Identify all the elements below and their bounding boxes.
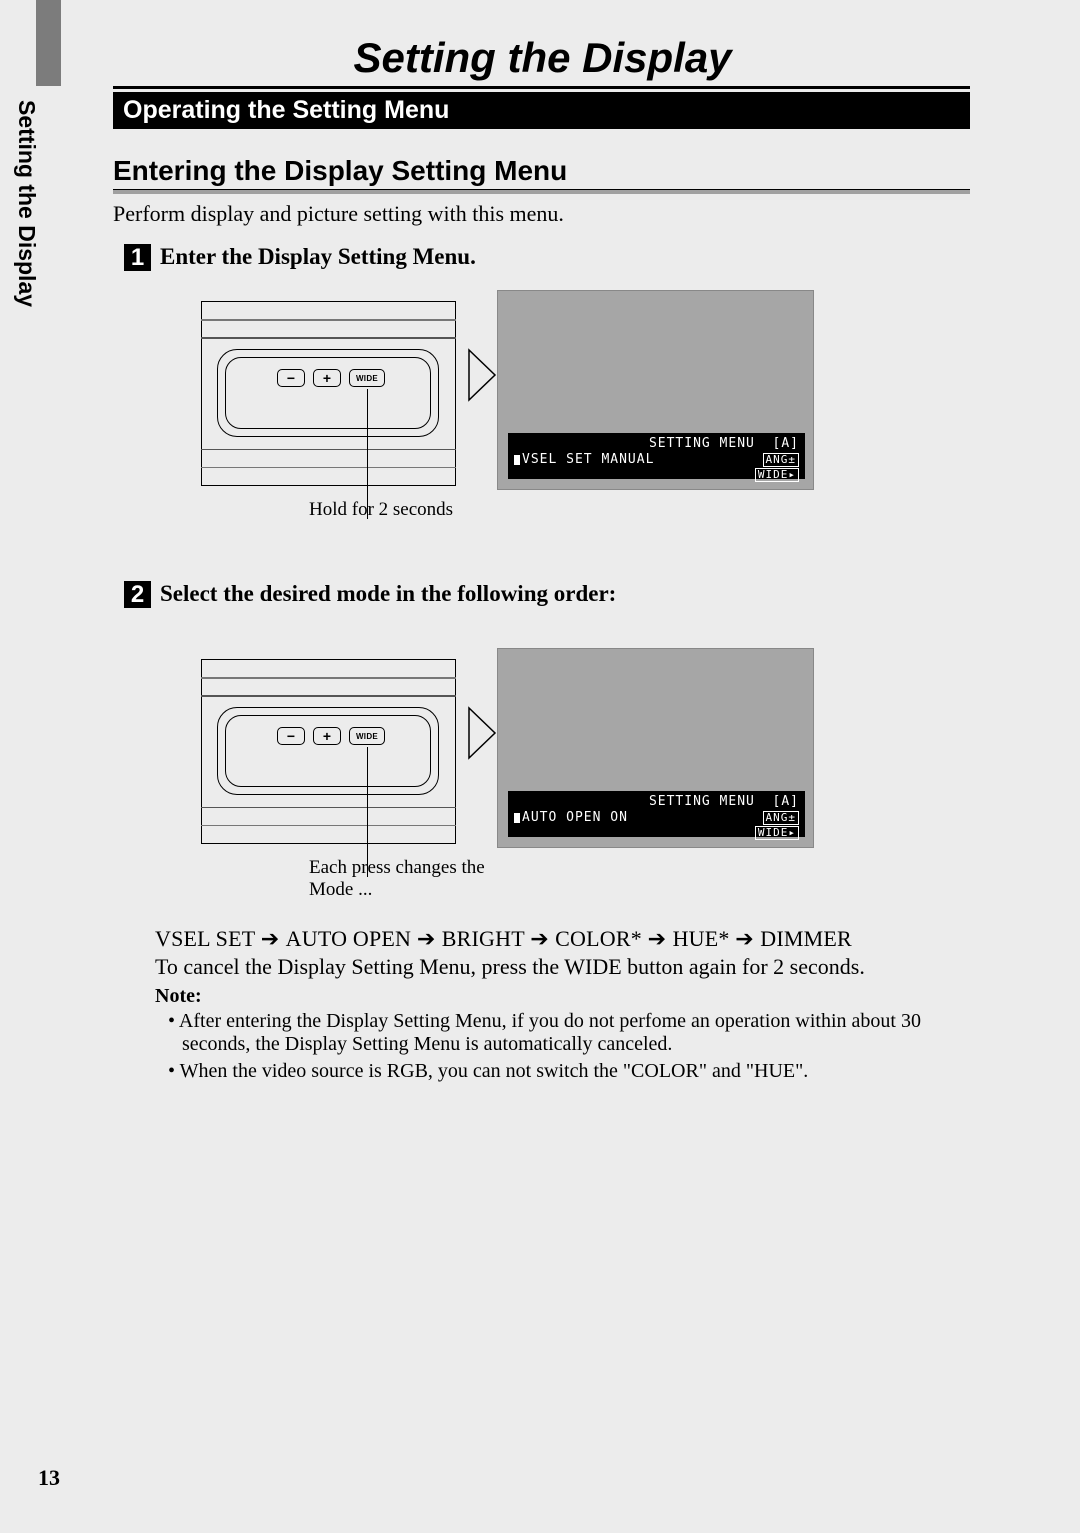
side-title-text: Setting the Display bbox=[13, 100, 40, 307]
device-line bbox=[201, 467, 456, 469]
note-heading: Note: bbox=[155, 985, 202, 1008]
seq-item: BRIGHT bbox=[442, 926, 525, 951]
arrow-icon: ➔ bbox=[417, 926, 442, 951]
sub-heading-underline bbox=[113, 189, 970, 194]
cursor-icon bbox=[514, 455, 520, 465]
lcd-2: SETTING MENU [A] AUTO OPEN ON ANG± WIDE▸ bbox=[508, 791, 805, 837]
note-item: After entering the Display Setting Menu,… bbox=[168, 1010, 968, 1056]
wide-button: WIDE bbox=[349, 727, 385, 745]
seq-item: AUTO OPEN bbox=[286, 926, 411, 951]
arrow-icon bbox=[467, 706, 497, 760]
lcd-ang: ANG± bbox=[763, 453, 800, 467]
arrow-icon: ➔ bbox=[735, 926, 760, 951]
lcd-1: SETTING MENU [A] VSEL SET MANUAL ANG± WI… bbox=[508, 433, 805, 479]
section-bar-text: Operating the Setting Menu bbox=[123, 96, 449, 125]
step1-title: Enter the Display Setting Menu. bbox=[160, 244, 476, 270]
cancel-text: To cancel the Display Setting Menu, pres… bbox=[155, 954, 970, 980]
lcd-line2: VSEL SET MANUAL bbox=[522, 452, 654, 467]
device-panel-inner bbox=[225, 715, 431, 787]
arrow-icon: ➔ bbox=[530, 926, 555, 951]
step2-caption: Each press changes the Mode ... bbox=[309, 857, 499, 901]
device-panel-inner bbox=[225, 357, 431, 429]
arrow-icon bbox=[467, 348, 497, 402]
margin-tab bbox=[36, 0, 61, 86]
device-line bbox=[201, 825, 456, 827]
step2-title: Select the desired mode in the following… bbox=[160, 581, 616, 607]
mode-sequence: VSEL SET ➔ AUTO OPEN ➔ BRIGHT ➔ COLOR* ➔… bbox=[155, 926, 852, 952]
seq-item: HUE* bbox=[673, 926, 730, 951]
page: Setting the Display Setting the Display … bbox=[0, 0, 1080, 1533]
device-diagram-2: − + WIDE bbox=[201, 659, 456, 844]
lcd-wide: WIDE▸ bbox=[755, 826, 799, 840]
lcd-row: WIDE▸ bbox=[514, 468, 799, 482]
screen-1: SETTING MENU [A] VSEL SET MANUAL ANG± WI… bbox=[497, 290, 814, 490]
side-title: Setting the Display bbox=[40, 100, 70, 360]
seq-item: VSEL SET bbox=[155, 926, 255, 951]
lcd-row: WIDE▸ bbox=[514, 826, 799, 840]
lcd-row: VSEL SET MANUAL ANG± bbox=[514, 453, 799, 467]
lcd-row: SETTING MENU [A] bbox=[514, 437, 799, 450]
sub-heading: Entering the Display Setting Menu bbox=[113, 155, 970, 189]
lcd-row: AUTO OPEN ON ANG± bbox=[514, 811, 799, 825]
lcd-row: SETTING MENU [A] bbox=[514, 795, 799, 808]
arrow-icon: ➔ bbox=[648, 926, 673, 951]
minus-button: − bbox=[277, 369, 305, 387]
wide-button-label: WIDE bbox=[356, 374, 378, 383]
lcd-header-r: [A] bbox=[773, 794, 799, 809]
cursor-icon bbox=[514, 813, 520, 823]
wide-button: WIDE bbox=[349, 369, 385, 387]
step1-caption: Hold for 2 seconds bbox=[309, 499, 453, 521]
screen-2: SETTING MENU [A] AUTO OPEN ON ANG± WIDE▸ bbox=[497, 648, 814, 848]
note-item: When the video source is RGB, you can no… bbox=[168, 1060, 968, 1083]
lcd-header: SETTING MENU bbox=[649, 436, 755, 451]
device-line bbox=[201, 319, 456, 321]
lcd-header: SETTING MENU bbox=[649, 794, 755, 809]
device-line bbox=[201, 449, 456, 451]
arrow-icon: ➔ bbox=[261, 926, 286, 951]
minus-button: − bbox=[277, 727, 305, 745]
step-number-2: 2 bbox=[124, 581, 151, 608]
device-diagram-1: − + WIDE bbox=[201, 301, 456, 486]
wide-button-label: WIDE bbox=[356, 732, 378, 741]
intro-text: Perform display and picture setting with… bbox=[113, 201, 970, 227]
device-line bbox=[201, 677, 456, 679]
lcd-ang: ANG± bbox=[763, 811, 800, 825]
page-number: 13 bbox=[38, 1465, 60, 1491]
device-line bbox=[201, 807, 456, 809]
lcd-header-r: [A] bbox=[773, 436, 799, 451]
seq-item: COLOR* bbox=[555, 926, 642, 951]
title-rule bbox=[113, 86, 970, 89]
device-line bbox=[201, 337, 456, 339]
device-line bbox=[201, 695, 456, 697]
page-inner: Setting the Display Setting the Display … bbox=[0, 0, 1080, 1533]
lcd-wide: WIDE▸ bbox=[755, 468, 799, 482]
page-title: Setting the Display bbox=[115, 34, 970, 82]
note-list: After entering the Display Setting Menu,… bbox=[168, 1010, 968, 1087]
plus-button: + bbox=[313, 727, 341, 745]
section-bar: Operating the Setting Menu bbox=[113, 92, 970, 129]
lcd-line2: AUTO OPEN ON bbox=[522, 810, 628, 825]
seq-item: DIMMER bbox=[760, 926, 852, 951]
step-number-1: 1 bbox=[124, 244, 151, 271]
plus-button: + bbox=[313, 369, 341, 387]
